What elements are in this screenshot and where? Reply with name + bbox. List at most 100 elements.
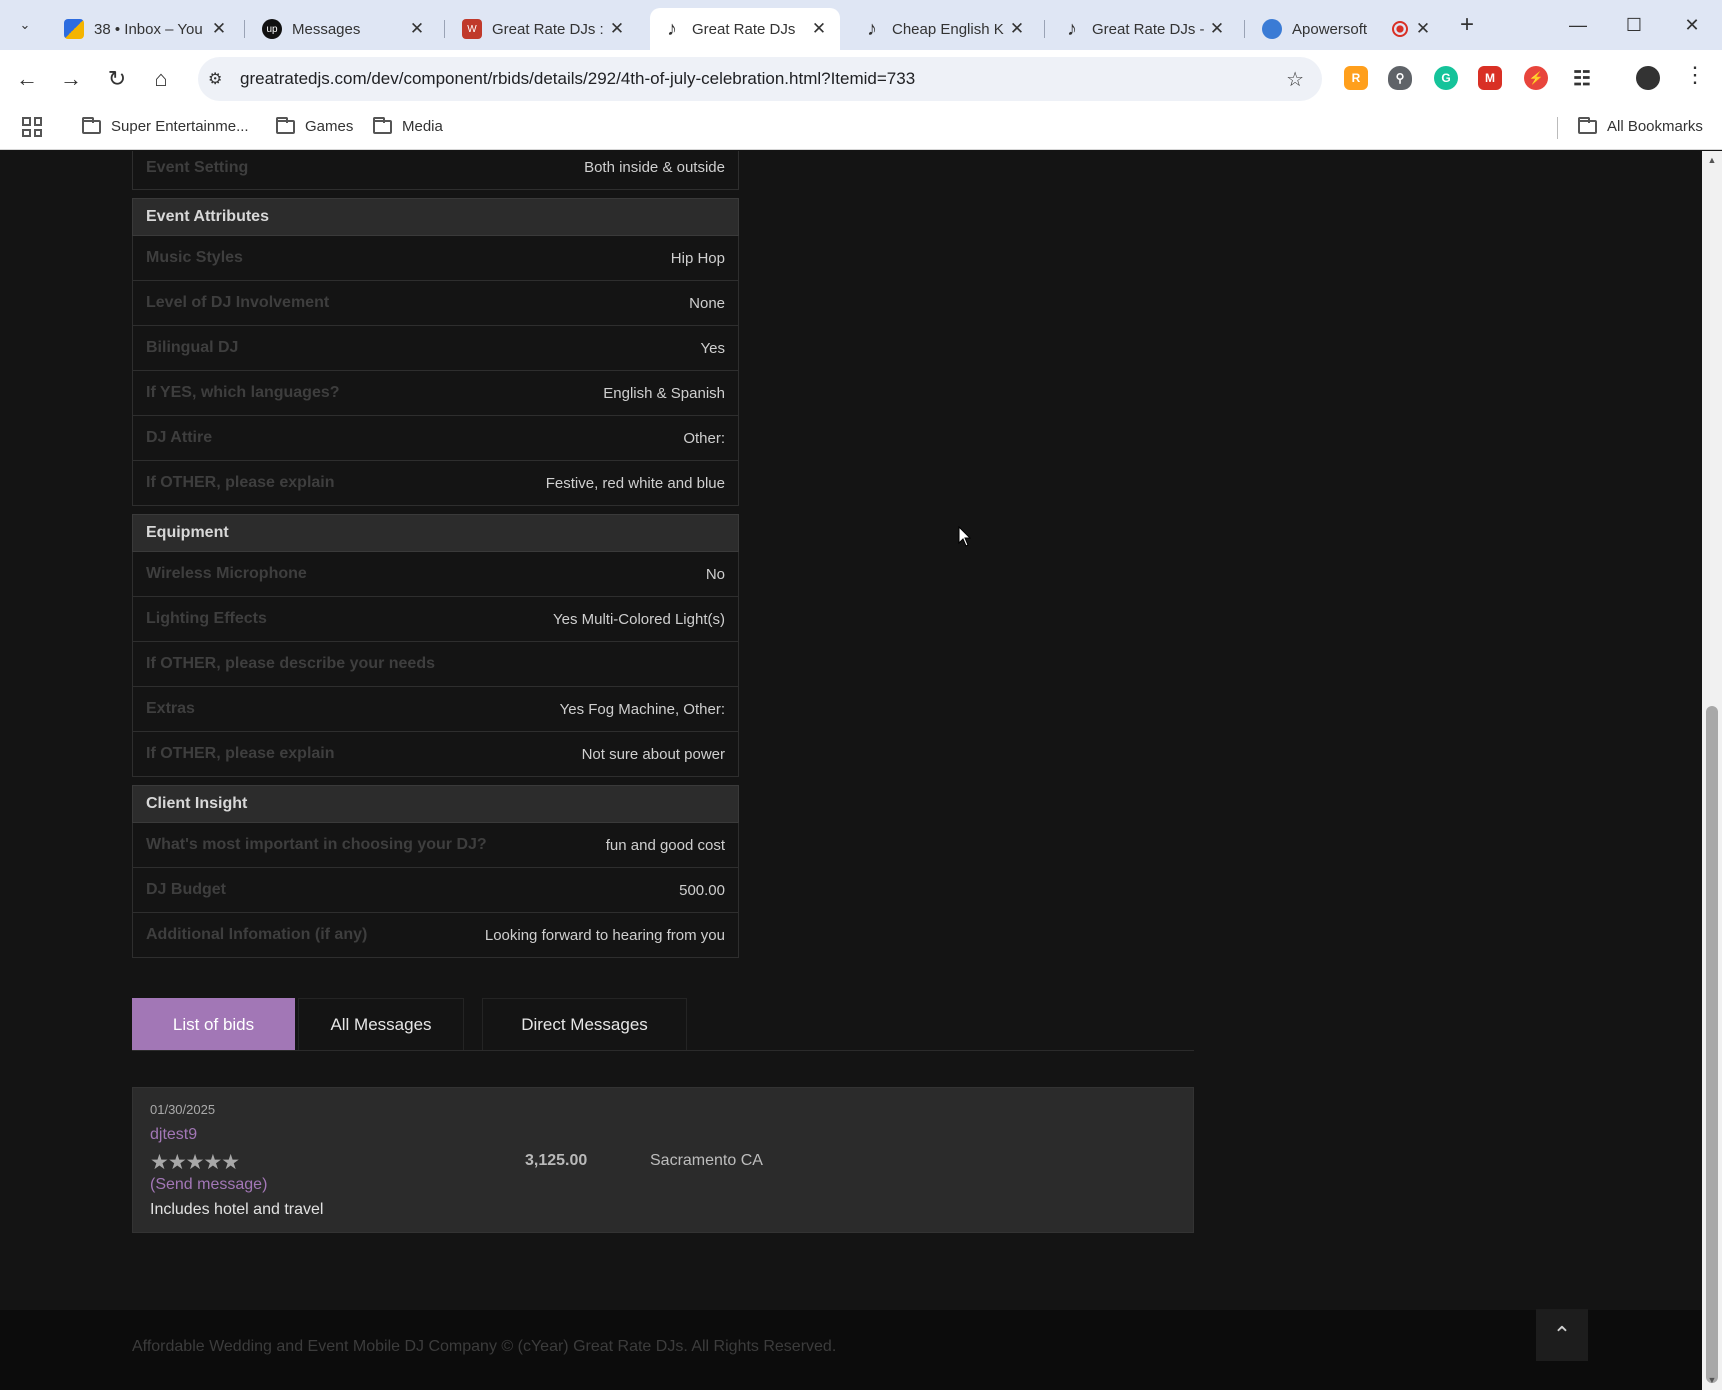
grammarly-icon[interactable]: G [1434,66,1458,90]
tab-title: Great Rate DJs - [1092,20,1205,38]
detail-label: Extras [146,700,195,717]
folder-icon [82,116,101,134]
profile-avatar[interactable] [1636,66,1660,90]
close-icon[interactable]: ✕ [210,19,228,39]
extension-red-icon[interactable]: ⚡ [1524,66,1548,90]
detail-value: Yes Fog Machine, Other: [559,700,725,718]
tab-messages[interactable]: up Messages ✕ [250,8,438,50]
tab-search-button[interactable]: ⌄ [8,9,42,41]
tab-title: Great Rate DJs : [492,20,604,38]
extension-r-icon[interactable]: R [1344,66,1368,90]
close-icon[interactable]: ✕ [1008,19,1026,39]
scroll-down-icon[interactable]: ▼ [1706,1375,1718,1385]
detail-label: Event Setting [146,158,249,176]
send-message-link[interactable]: (Send message) [150,1176,267,1194]
detail-row: If OTHER, please describe your needs [132,642,739,687]
detail-row: Event Setting Both inside & outside [132,151,739,190]
detail-row: DJ Attire Other: [132,416,739,461]
page-scrollbar[interactable]: ▲ ▼ [1702,151,1722,1390]
chevron-down-icon: ⌄ [19,17,31,32]
tab-apowersoft[interactable]: Apowersoft ✕ [1250,8,1444,50]
forward-button[interactable]: → [54,62,88,96]
folder-icon [276,116,295,134]
tab-inbox[interactable]: 38 • Inbox – You ✕ [52,8,240,50]
detail-label: Bilingual DJ [146,339,239,356]
tab-great-rate-djs-active[interactable]: ♪ Great Rate DJs ✕ [650,8,840,50]
address-bar[interactable]: ⚙ greatratedjs.com/dev/component/rbids/d… [198,57,1322,101]
tab-direct-messages[interactable]: Direct Messages [482,998,687,1050]
bookmarks-divider [1557,117,1558,139]
folder-icon [373,116,392,134]
bookmark-folder-media[interactable]: Media [373,116,443,135]
section-header: Event Attributes [132,198,739,236]
close-window-button[interactable]: ✕ [1672,8,1712,42]
apowersoft-icon [1262,19,1282,39]
bookmarks-bar: Super Entertainme... Games Media All Boo… [0,108,1722,150]
close-icon[interactable]: ✕ [1414,19,1432,39]
bookmark-folder-super-entertainment[interactable]: Super Entertainme... [82,116,249,135]
detail-row: If OTHER, please explain Festive, red whi… [132,461,739,506]
tab-great-rate-djs-1[interactable]: W Great Rate DJs : ✕ [450,8,638,50]
detail-row: What's most important in choosing your D… [132,823,739,868]
page-footer: Affordable Wedding and Event Mobile DJ C… [0,1310,1702,1390]
detail-row: Music Styles Hip Hop [132,236,739,281]
detail-value: None [689,294,725,312]
detail-value: Yes [700,339,725,357]
browser-menu-icon[interactable]: ⋮ [1684,62,1706,88]
bookmark-folder-games[interactable]: Games [276,116,353,135]
extension-m-icon[interactable]: M [1478,66,1502,90]
bookmark-label: Super Entertainme... [111,118,249,135]
detail-row: Additional Infomation (if any) Looking fo… [132,913,739,958]
tab-list-of-bids[interactable]: List of bids [132,998,295,1050]
minimize-button[interactable]: — [1558,8,1598,42]
tab-divider [244,20,245,38]
detail-value: Not sure about power [581,745,725,763]
detail-value: No [705,565,725,583]
detail-label: If YES, which languages? [146,384,340,401]
bookmark-label: All Bookmarks [1607,118,1703,135]
apps-grid-icon[interactable] [22,117,42,137]
detail-row: Level of DJ Involvement None [132,281,739,326]
close-icon[interactable]: ✕ [810,19,828,39]
tab-great-rate-djs-2[interactable]: ♪ Great Rate DJs - ✕ [1050,8,1238,50]
site-info-icon[interactable]: ⚙ [208,69,222,89]
tab-title: Apowersoft [1292,20,1368,38]
detail-value: English & Spanish [603,384,725,402]
scroll-up-icon[interactable]: ▲ [1706,155,1718,165]
close-icon[interactable]: ✕ [608,19,626,39]
detail-label: DJ Budget [146,881,226,898]
detail-label: DJ Attire [146,429,213,446]
detail-value: Hip Hop [670,249,725,267]
detail-label: Music Styles [146,249,243,266]
tab-cheap-english[interactable]: ♪ Cheap English K ✕ [850,8,1038,50]
close-icon[interactable]: ✕ [408,19,426,39]
section-header: Client Insight [132,785,739,823]
close-icon[interactable]: ✕ [1208,19,1226,39]
yahoo-mail-icon [64,19,84,39]
extensions-puzzle-icon[interactable]: ☷ [1570,66,1594,90]
all-bookmarks-button[interactable]: All Bookmarks [1578,116,1703,135]
home-button[interactable]: ⌂ [144,62,178,96]
upwork-icon: up [262,19,282,39]
detail-value: fun and good cost [605,836,725,854]
detail-label: Level of DJ Involvement [146,294,330,311]
back-to-top-button[interactable]: ⌃ [1536,1309,1588,1361]
back-button[interactable]: ← [10,62,44,96]
folder-icon [1578,116,1597,134]
bookmark-label: Media [402,118,443,135]
detail-row: Wireless Microphone No [132,552,739,597]
bid-amount: 3,125.00 [525,1152,588,1169]
extension-shield-icon[interactable]: ⚲ [1388,66,1412,90]
tab-all-messages[interactable]: All Messages [298,998,464,1050]
bid-user-link[interactable]: djtest9 [150,1126,197,1144]
scrollbar-thumb[interactable] [1706,706,1718,1383]
reload-button[interactable]: ↻ [100,62,134,96]
new-tab-button[interactable]: + [1452,10,1482,40]
maximize-button[interactable]: ☐ [1614,8,1654,42]
event-details-table: Event Setting Both inside & outside Even… [132,151,739,958]
detail-value: Festive, red white and blue [545,474,725,492]
bookmark-star-icon[interactable]: ☆ [1286,67,1304,92]
url-text[interactable]: greatratedjs.com/dev/component/rbids/det… [240,69,915,89]
chevron-up-icon: ⌃ [1552,1322,1572,1347]
page-content: Event Setting Both inside & outside Even… [0,151,1702,1390]
